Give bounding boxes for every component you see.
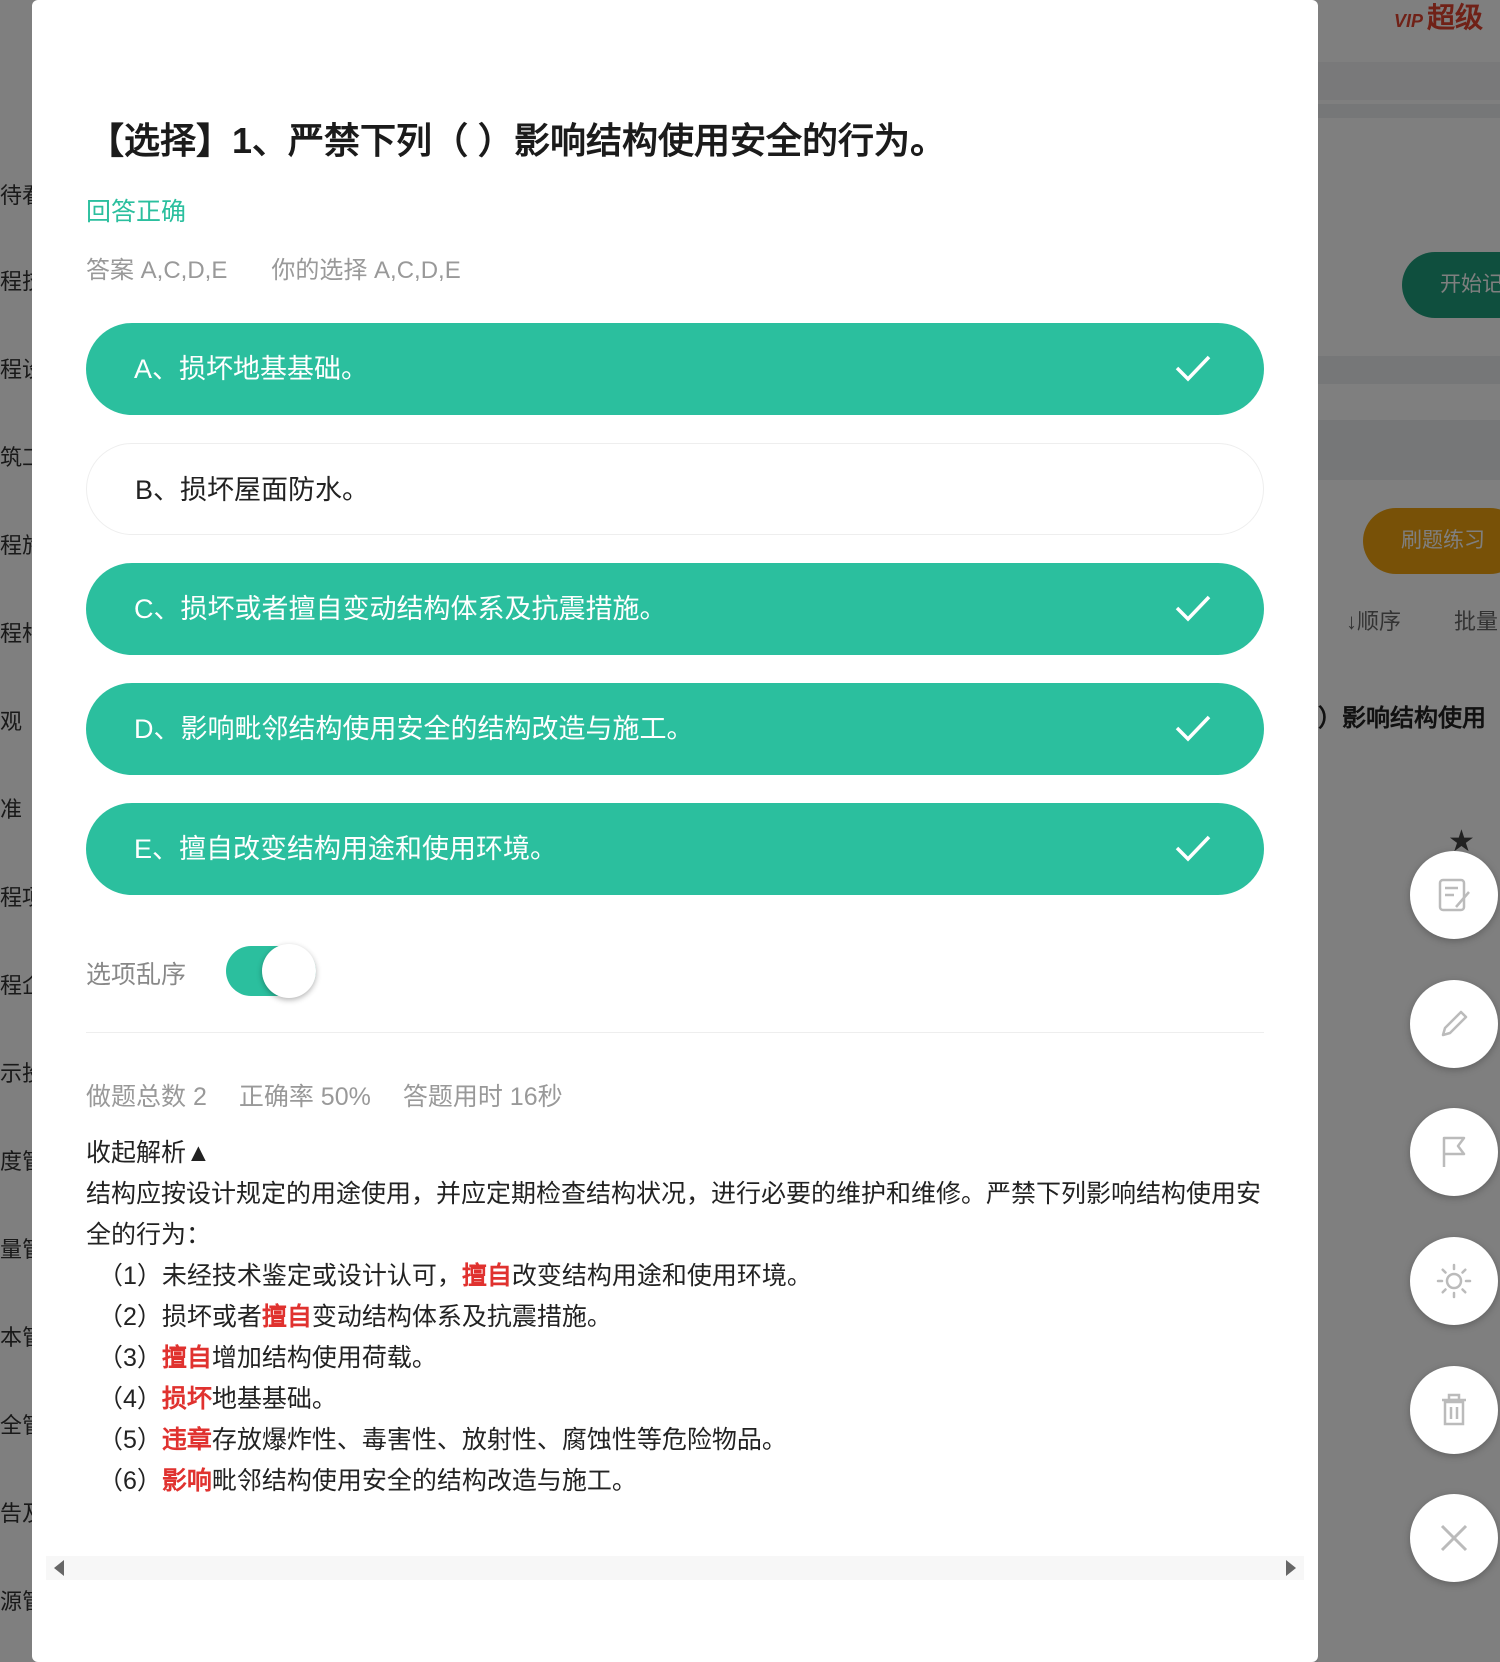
analysis-item: （1）未经技术鉴定或设计认可，擅自改变结构用途和使用环境。 [86,1256,1266,1297]
item-text: （2）损坏或者 [98,1303,262,1331]
check-icon [1175,355,1211,382]
toggle-knob [262,944,316,998]
item-text: 增加结构使用荷载。 [211,1344,437,1372]
item-text: 改变结构用途和使用环境。 [511,1262,812,1290]
item-highlight: 违章 [161,1426,212,1454]
option-label: D、影响毗邻结构使用安全的结构改造与施工。 [134,714,694,744]
analysis-item: （6）影响毗邻结构使用安全的结构改造与施工。 [86,1461,1266,1502]
item-highlight: 擅自 [261,1303,312,1331]
accuracy-rate: 正确率 50% [238,1083,371,1111]
option-label: B、损坏屋面防水。 [135,475,370,505]
analysis-intro: 结构应按设计规定的用途使用，并应定期检查结构状况，进行必要的维护和维修。严禁下列… [86,1180,1262,1249]
question-title: 【选择】1、严禁下列（ ）影响结构使用安全的行为。 [88,120,947,161]
flag-button[interactable] [1410,1108,1498,1196]
check-icon [1175,715,1211,742]
item-highlight: 擅自 [161,1344,212,1372]
option-a[interactable]: A、损坏地基基础。 [86,323,1264,415]
divider [86,1032,1264,1033]
option-e[interactable]: E、擅自改变结构用途和使用环境。 [86,803,1264,895]
total-count: 做题总数 2 [86,1083,207,1111]
option-label: E、擅自改变结构用途和使用环境。 [134,834,558,864]
item-highlight: 影响 [161,1467,212,1495]
check-icon [1175,835,1211,862]
item-text: （5） [98,1426,162,1454]
close-button[interactable] [1410,1494,1498,1582]
your-choice: 你的选择 A,C,D,E [271,257,461,284]
brightness-icon [1436,1263,1472,1299]
collapse-analysis-toggle[interactable]: 收起解析▲ [86,1133,1266,1174]
note-button[interactable] [1410,851,1498,939]
option-d[interactable]: D、影响毗邻结构使用安全的结构改造与施工。 [86,683,1264,775]
answer-summary: 答案 A,C,D,E 你的选择 A,C,D,E [86,250,505,285]
note-icon [1438,878,1470,912]
item-text: 地基基础。 [211,1385,337,1413]
item-text: 变动结构体系及抗震措施。 [311,1303,612,1331]
item-text: 存放爆炸性、毒害性、放射性、腐蚀性等危险物品。 [211,1426,787,1454]
option-label: C、损坏或者擅自变动结构体系及抗震措施。 [134,594,667,624]
option-c[interactable]: C、损坏或者擅自变动结构体系及抗震措施。 [86,563,1264,655]
item-text: （6） [98,1467,162,1495]
brightness-button[interactable] [1410,1237,1498,1325]
flag-icon [1442,1136,1466,1167]
delete-button[interactable] [1410,1366,1498,1454]
item-text: 毗邻结构使用安全的结构改造与施工。 [211,1467,637,1495]
question-modal: 【选择】1、严禁下列（ ）影响结构使用安全的行为。 回答正确 答案 A,C,D,… [32,0,1318,1662]
horizontal-scrollbar[interactable] [46,1556,1304,1580]
check-icon [1175,595,1211,622]
scroll-left-arrow-icon[interactable] [54,1560,64,1576]
result-status: 回答正确 [86,198,187,226]
correct-answer: 答案 A,C,D,E [86,257,228,284]
analysis-section: 收起解析▲ 结构应按设计规定的用途使用，并应定期检查结构状况，进行必要的维护和维… [86,1133,1266,1502]
edit-button[interactable] [1410,980,1498,1068]
scroll-right-arrow-icon[interactable] [1286,1560,1296,1576]
shuffle-toggle[interactable] [226,944,316,998]
time-spent: 答题用时 16秒 [402,1083,563,1111]
analysis-item: （2）损坏或者擅自变动结构体系及抗震措施。 [86,1297,1266,1338]
shuffle-label: 选项乱序 [86,961,187,989]
item-text: （1）未经技术鉴定或设计认可， [98,1262,462,1290]
item-text: （4） [98,1385,162,1413]
option-b[interactable]: B、损坏屋面防水。 [86,443,1264,535]
item-highlight: 损坏 [161,1385,212,1413]
stats-bar: 做题总数 2 正确率 50% 答题用时 16秒 [86,1077,595,1113]
item-text: （3） [98,1344,162,1372]
analysis-item: （5）违章存放爆炸性、毒害性、放射性、腐蚀性等危险物品。 [86,1420,1266,1461]
trash-icon [1442,1393,1466,1426]
close-icon [1440,1524,1468,1552]
item-highlight: 擅自 [461,1262,512,1290]
option-label: A、损坏地基基础。 [134,354,369,384]
analysis-item: （3）擅自增加结构使用荷载。 [86,1338,1266,1379]
analysis-item: （4）损坏地基基础。 [86,1379,1266,1420]
pencil-icon [1441,1010,1468,1037]
